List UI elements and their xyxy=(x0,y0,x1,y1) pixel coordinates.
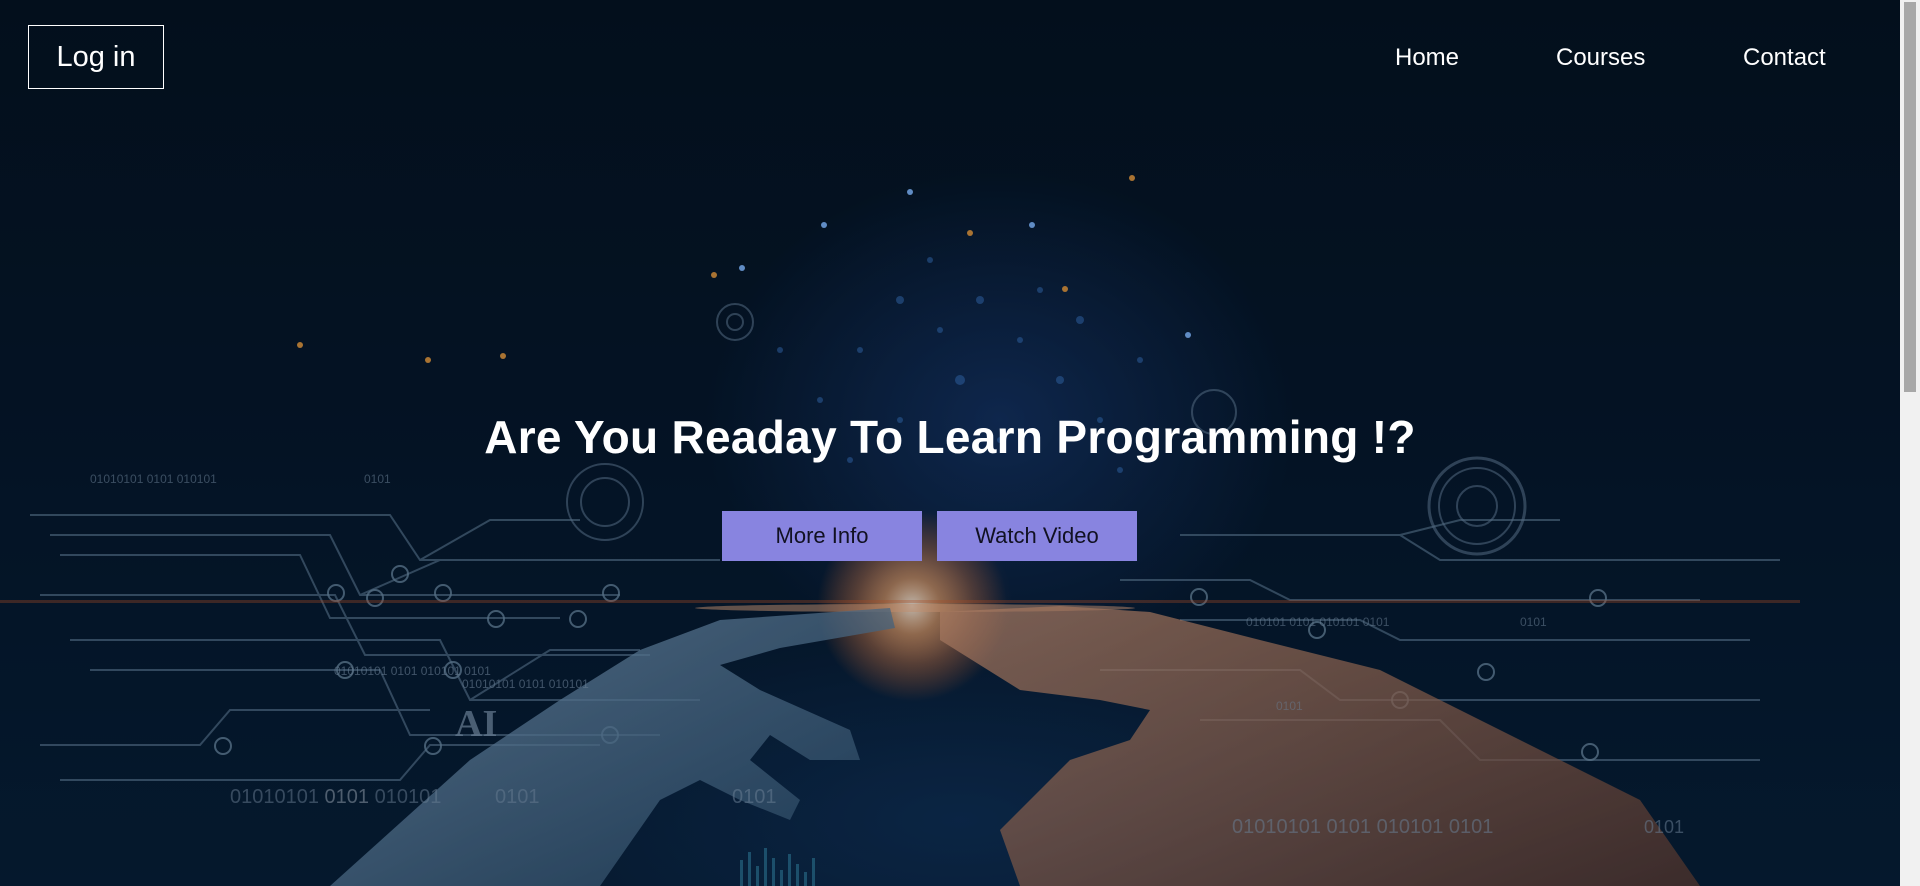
watch-video-button[interactable]: Watch Video xyxy=(937,511,1137,561)
more-info-button[interactable]: More Info xyxy=(722,511,922,561)
hero-page: 01010101 0101 010101 0101 01010101 0101 … xyxy=(0,0,1920,886)
page-scrollbar[interactable] xyxy=(1900,0,1920,886)
login-button[interactable]: Log in xyxy=(28,25,164,89)
scrollbar-thumb[interactable] xyxy=(1904,2,1916,392)
nav-contact-link[interactable]: Contact xyxy=(1743,44,1826,72)
nav-home-link[interactable]: Home xyxy=(1395,44,1459,72)
hero-button-group: More Info Watch Video xyxy=(722,511,1137,561)
hero-title: Are You Readay To Learn Programming !? xyxy=(484,411,1416,463)
nav-courses-link[interactable]: Courses xyxy=(1556,44,1645,72)
